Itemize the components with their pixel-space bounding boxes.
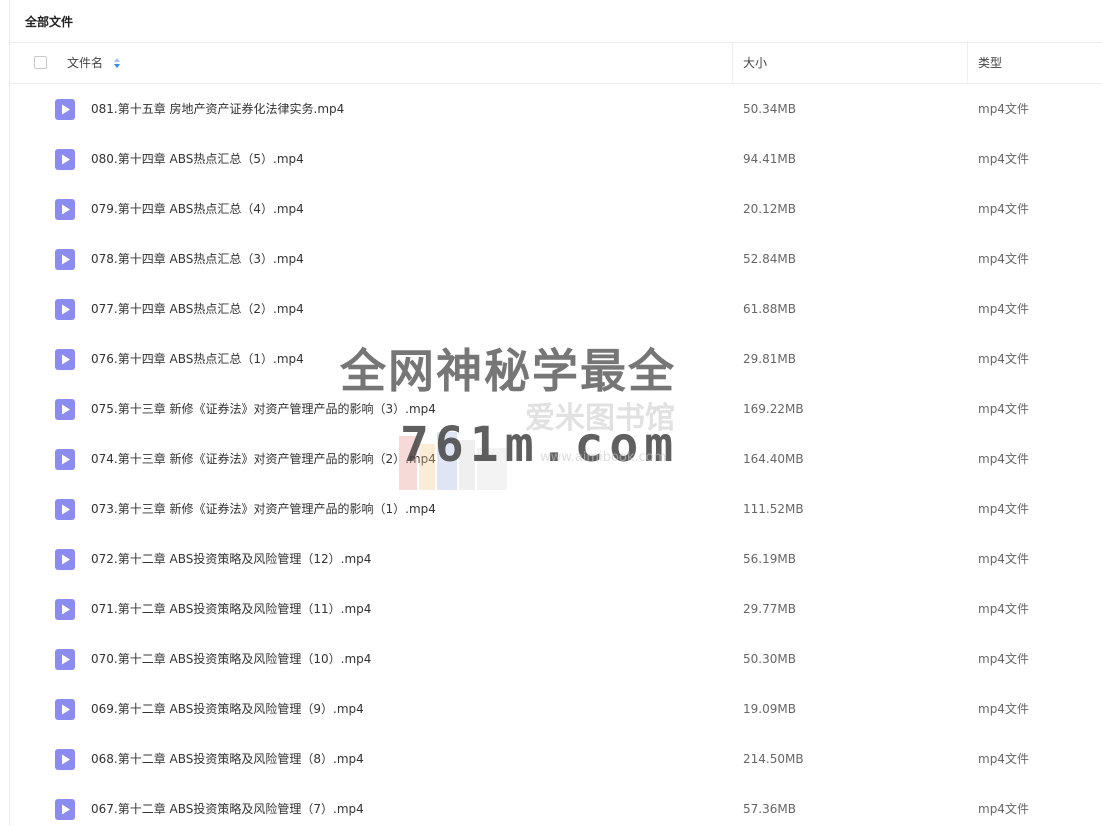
video-file-icon: [55, 699, 75, 720]
file-type: mp4文件: [978, 252, 1029, 266]
file-name-link[interactable]: 072.第十二章 ABS投资策略及风险管理（12）.mp4: [91, 551, 371, 567]
video-file-icon: [55, 199, 75, 220]
table-header: 文件名 大小 类型: [10, 43, 1102, 84]
file-size: 29.77MB: [743, 602, 796, 616]
file-list-page: 全部文件 文件名 大小 类型 081.第十五章 房地产资产证券化法律实务.mp4…: [0, 0, 1102, 826]
table-row[interactable]: 076.第十四章 ABS热点汇总（1）.mp4 29.81MB mp4文件: [10, 334, 1102, 384]
select-all-checkbox[interactable]: [34, 56, 47, 69]
file-list: 081.第十五章 房地产资产证券化法律实务.mp4 50.34MB mp4文件 080…: [10, 84, 1102, 826]
table-row[interactable]: 078.第十四章 ABS热点汇总（3）.mp4 52.84MB mp4文件: [10, 234, 1102, 284]
file-size: 164.40MB: [743, 452, 804, 466]
file-name-link[interactable]: 073.第十三章 新修《证券法》对资产管理产品的影响（1）.mp4: [91, 501, 436, 517]
file-size: 50.34MB: [743, 102, 796, 116]
file-type: mp4文件: [978, 702, 1029, 716]
column-divider: [732, 43, 733, 83]
table-row[interactable]: 071.第十二章 ABS投资策略及风险管理（11）.mp4 29.77MB mp4文…: [10, 584, 1102, 634]
file-type: mp4文件: [978, 552, 1029, 566]
video-file-icon: [55, 449, 75, 470]
file-type: mp4文件: [978, 452, 1029, 466]
table-row[interactable]: 068.第十二章 ABS投资策略及风险管理（8）.mp4 214.50MB mp4文…: [10, 734, 1102, 784]
file-size: 56.19MB: [743, 552, 796, 566]
file-type: mp4文件: [978, 502, 1029, 516]
file-type: mp4文件: [978, 752, 1029, 766]
file-size: 57.36MB: [743, 802, 796, 816]
file-type: mp4文件: [978, 352, 1029, 366]
table-row[interactable]: 080.第十四章 ABS热点汇总（5）.mp4 94.41MB mp4文件: [10, 134, 1102, 184]
file-name-link[interactable]: 081.第十五章 房地产资产证券化法律实务.mp4: [91, 101, 344, 117]
header-file-name[interactable]: 文件名: [67, 43, 103, 83]
header-size[interactable]: 大小: [743, 43, 767, 83]
file-name-link[interactable]: 076.第十四章 ABS热点汇总（1）.mp4: [91, 351, 304, 367]
file-name-link[interactable]: 067.第十二章 ABS投资策略及风险管理（7）.mp4: [91, 801, 364, 817]
file-size: 169.22MB: [743, 402, 804, 416]
file-name-link[interactable]: 069.第十二章 ABS投资策略及风险管理（9）.mp4: [91, 701, 364, 717]
file-name-link[interactable]: 077.第十四章 ABS热点汇总（2）.mp4: [91, 301, 304, 317]
file-name-link[interactable]: 074.第十三章 新修《证券法》对资产管理产品的影响（2）.mp4: [91, 451, 436, 467]
video-file-icon: [55, 149, 75, 170]
file-type: mp4文件: [978, 602, 1029, 616]
file-type: mp4文件: [978, 802, 1029, 816]
file-size: 19.09MB: [743, 702, 796, 716]
file-name-link[interactable]: 075.第十三章 新修《证券法》对资产管理产品的影响（3）.mp4: [91, 401, 436, 417]
file-size: 111.52MB: [743, 502, 804, 516]
file-name-link[interactable]: 070.第十二章 ABS投资策略及风险管理（10）.mp4: [91, 651, 371, 667]
video-file-icon: [55, 799, 75, 820]
file-type: mp4文件: [978, 152, 1029, 166]
table-row[interactable]: 069.第十二章 ABS投资策略及风险管理（9）.mp4 19.09MB mp4文件: [10, 684, 1102, 734]
file-type: mp4文件: [978, 202, 1029, 216]
file-name-link[interactable]: 079.第十四章 ABS热点汇总（4）.mp4: [91, 201, 304, 217]
file-size: 61.88MB: [743, 302, 796, 316]
video-file-icon: [55, 499, 75, 520]
table-row[interactable]: 075.第十三章 新修《证券法》对资产管理产品的影响（3）.mp4 169.22M…: [10, 384, 1102, 434]
file-size: 52.84MB: [743, 252, 796, 266]
breadcrumb: 全部文件: [10, 0, 1102, 43]
video-file-icon: [55, 549, 75, 570]
file-type: mp4文件: [978, 402, 1029, 416]
table-row[interactable]: 073.第十三章 新修《证券法》对资产管理产品的影响（1）.mp4 111.52M…: [10, 484, 1102, 534]
file-name-link[interactable]: 078.第十四章 ABS热点汇总（3）.mp4: [91, 251, 304, 267]
column-divider: [967, 43, 968, 83]
table-row[interactable]: 070.第十二章 ABS投资策略及风险管理（10）.mp4 50.30MB mp4文…: [10, 634, 1102, 684]
file-size: 214.50MB: [743, 752, 804, 766]
table-row[interactable]: 079.第十四章 ABS热点汇总（4）.mp4 20.12MB mp4文件: [10, 184, 1102, 234]
header-type[interactable]: 类型: [978, 43, 1002, 83]
sort-icon[interactable]: [113, 57, 121, 69]
file-name-link[interactable]: 068.第十二章 ABS投资策略及风险管理（8）.mp4: [91, 751, 364, 767]
video-file-icon: [55, 99, 75, 120]
file-size: 50.30MB: [743, 652, 796, 666]
video-file-icon: [55, 249, 75, 270]
file-size: 20.12MB: [743, 202, 796, 216]
file-name-link[interactable]: 080.第十四章 ABS热点汇总（5）.mp4: [91, 151, 304, 167]
table-row[interactable]: 074.第十三章 新修《证券法》对资产管理产品的影响（2）.mp4 164.40M…: [10, 434, 1102, 484]
file-size: 29.81MB: [743, 352, 796, 366]
video-file-icon: [55, 399, 75, 420]
table-row[interactable]: 077.第十四章 ABS热点汇总（2）.mp4 61.88MB mp4文件: [10, 284, 1102, 334]
table-row[interactable]: 081.第十五章 房地产资产证券化法律实务.mp4 50.34MB mp4文件: [10, 84, 1102, 134]
file-name-link[interactable]: 071.第十二章 ABS投资策略及风险管理（11）.mp4: [91, 601, 371, 617]
video-file-icon: [55, 649, 75, 670]
table-row[interactable]: 072.第十二章 ABS投资策略及风险管理（12）.mp4 56.19MB mp4文…: [10, 534, 1102, 584]
table-row[interactable]: 067.第十二章 ABS投资策略及风险管理（7）.mp4 57.36MB mp4文件: [10, 784, 1102, 826]
file-type: mp4文件: [978, 652, 1029, 666]
video-file-icon: [55, 599, 75, 620]
file-type: mp4文件: [978, 102, 1029, 116]
video-file-icon: [55, 749, 75, 770]
video-file-icon: [55, 349, 75, 370]
video-file-icon: [55, 299, 75, 320]
file-type: mp4文件: [978, 302, 1029, 316]
breadcrumb-all-files[interactable]: 全部文件: [25, 14, 73, 30]
file-size: 94.41MB: [743, 152, 796, 166]
